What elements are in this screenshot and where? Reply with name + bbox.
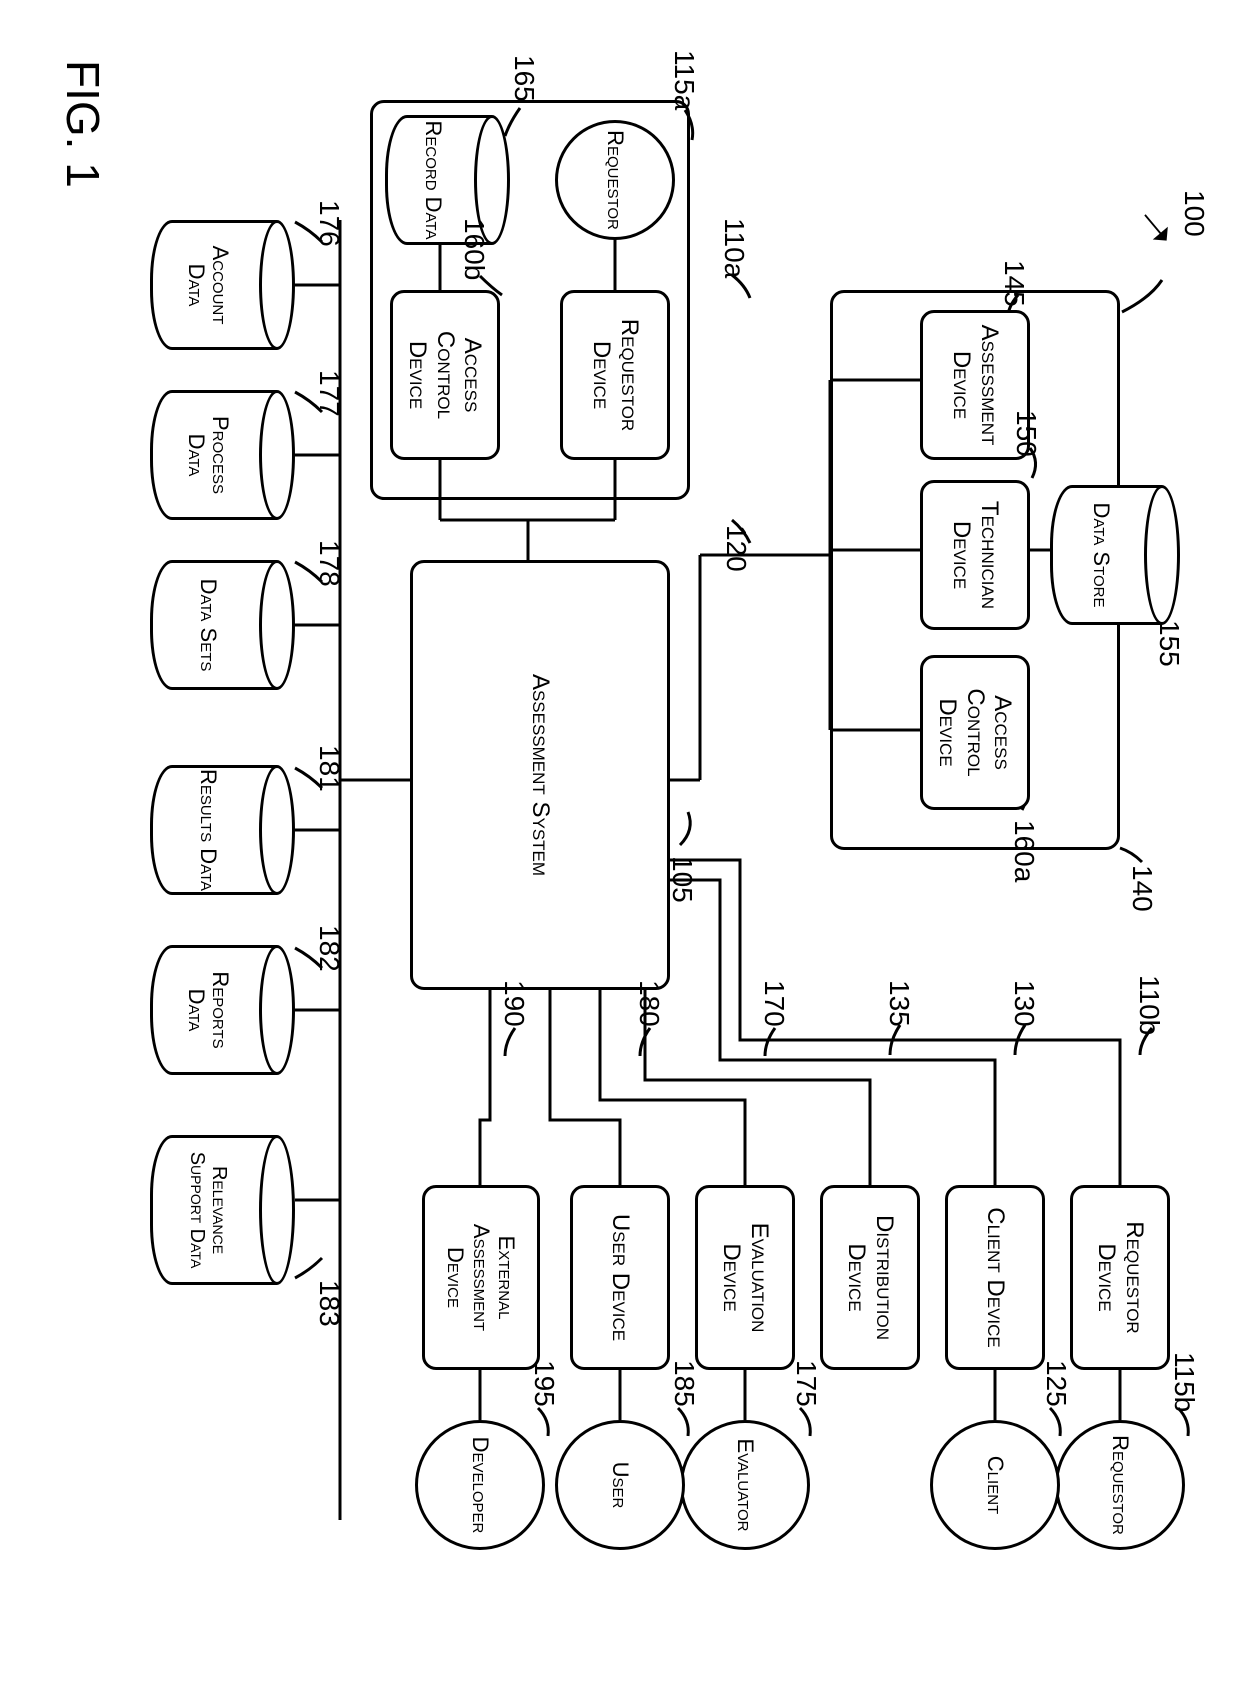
technician-device-label: Technician Device [947, 487, 1002, 623]
requestor-b-label: Requestor [1108, 1435, 1131, 1535]
client-device-box: Client Device [945, 1185, 1045, 1370]
record-data-db: Record Data [385, 115, 510, 245]
ref-170: 170 [758, 980, 790, 1027]
evaluator-actor: Evaluator [680, 1420, 810, 1550]
requestor-device-b-label: Requestor Device [1092, 1192, 1147, 1363]
ref-178: 178 [313, 540, 345, 587]
reports-data-label: Reports Data [184, 948, 232, 1072]
ref-160a: 160a [1008, 820, 1040, 882]
requestor-device-a-box: Requestor Device [560, 290, 670, 460]
ref-120: 120 [720, 525, 752, 572]
results-data-db: Results Data [150, 765, 295, 895]
ref-155: 155 [1153, 620, 1185, 667]
client-label: Client [983, 1456, 1006, 1514]
assessment-device-label: Assessment Device [947, 317, 1002, 453]
data-store-db: Data Store [1050, 485, 1180, 625]
data-sets-label: Data Sets [196, 579, 220, 672]
requestor-b-actor: Requestor [1055, 1420, 1185, 1550]
ref-110a: 110a [718, 218, 750, 278]
ref-150: 150 [1010, 410, 1042, 457]
process-data-db: Process Data [150, 390, 295, 520]
access-control-b-box: Access Control Device [390, 290, 500, 460]
client-actor: Client [930, 1420, 1060, 1550]
ref-100: 100 [1178, 190, 1210, 237]
ref-180: 180 [633, 980, 665, 1027]
diagram-canvas: Assessment System Assessment Device Tech… [0, 0, 1240, 1708]
data-sets-db: Data Sets [150, 560, 295, 690]
ref-115b: 115b [1168, 1352, 1200, 1412]
developer-label: Developer [468, 1437, 491, 1534]
ref-165: 165 [508, 55, 540, 102]
relevance-support-data-label: Relevance Support Data [186, 1138, 230, 1282]
external-assessment-device-label: External Assessment Device [443, 1192, 519, 1363]
ref-183: 183 [313, 1280, 345, 1327]
user-device-box: User Device [570, 1185, 670, 1370]
ref-125: 125 [1040, 1360, 1072, 1407]
developer-actor: Developer [415, 1420, 545, 1550]
ref-190: 190 [498, 980, 530, 1027]
ref-140: 140 [1126, 865, 1158, 912]
access-control-b-label: Access Control Device [404, 297, 487, 453]
data-store-label: Data Store [1088, 502, 1112, 607]
technician-device-box: Technician Device [920, 480, 1030, 630]
distribution-device-box: Distribution Device [820, 1185, 920, 1370]
requestor-device-a-label: Requestor Device [587, 297, 642, 453]
evaluation-device-box: Evaluation Device [695, 1185, 795, 1370]
results-data-label: Results Data [196, 769, 220, 891]
ref-145: 145 [998, 260, 1030, 307]
assessment-system-box: Assessment System [410, 560, 670, 990]
distribution-device-label: Distribution Device [842, 1192, 897, 1363]
ref-182: 182 [313, 925, 345, 972]
process-data-label: Process Data [184, 393, 232, 517]
client-device-label: Client Device [981, 1207, 1009, 1348]
user-label: User [608, 1462, 631, 1509]
figure-label: FIG. 1 [56, 60, 110, 188]
requestor-a-actor: Requestor [555, 120, 675, 240]
ref-110b: 110b [1133, 975, 1165, 1035]
ref-181: 181 [313, 745, 345, 792]
requestor-a-label: Requestor [603, 130, 626, 230]
evaluation-device-label: Evaluation Device [717, 1192, 772, 1363]
access-control-a-box: Access Control Device [920, 655, 1030, 810]
external-assessment-device-box: External Assessment Device [422, 1185, 540, 1370]
ref-175: 175 [790, 1360, 822, 1407]
access-control-a-label: Access Control Device [934, 662, 1017, 803]
account-data-label: Account Data [184, 223, 232, 347]
ref-160b: 160b [458, 218, 490, 280]
requestor-device-b-box: Requestor Device [1070, 1185, 1170, 1370]
ref-185: 185 [668, 1360, 700, 1407]
user-device-label: User Device [606, 1214, 634, 1341]
ref-195: 195 [528, 1360, 560, 1407]
assessment-system-label: Assessment System [526, 674, 554, 876]
user-actor: User [555, 1420, 685, 1550]
ref-135: 135 [883, 980, 915, 1027]
ref-130: 130 [1008, 980, 1040, 1027]
ref-177: 177 [313, 370, 345, 417]
evaluator-label: Evaluator [733, 1438, 756, 1531]
reports-data-db: Reports Data [150, 945, 295, 1075]
ref-105: 105 [666, 856, 698, 903]
record-data-label: Record Data [421, 120, 445, 239]
account-data-db: Account Data [150, 220, 295, 350]
ref-176: 176 [313, 200, 345, 247]
ref-115a: 115a [668, 50, 700, 110]
relevance-support-data-db: Relevance Support Data [150, 1135, 295, 1285]
